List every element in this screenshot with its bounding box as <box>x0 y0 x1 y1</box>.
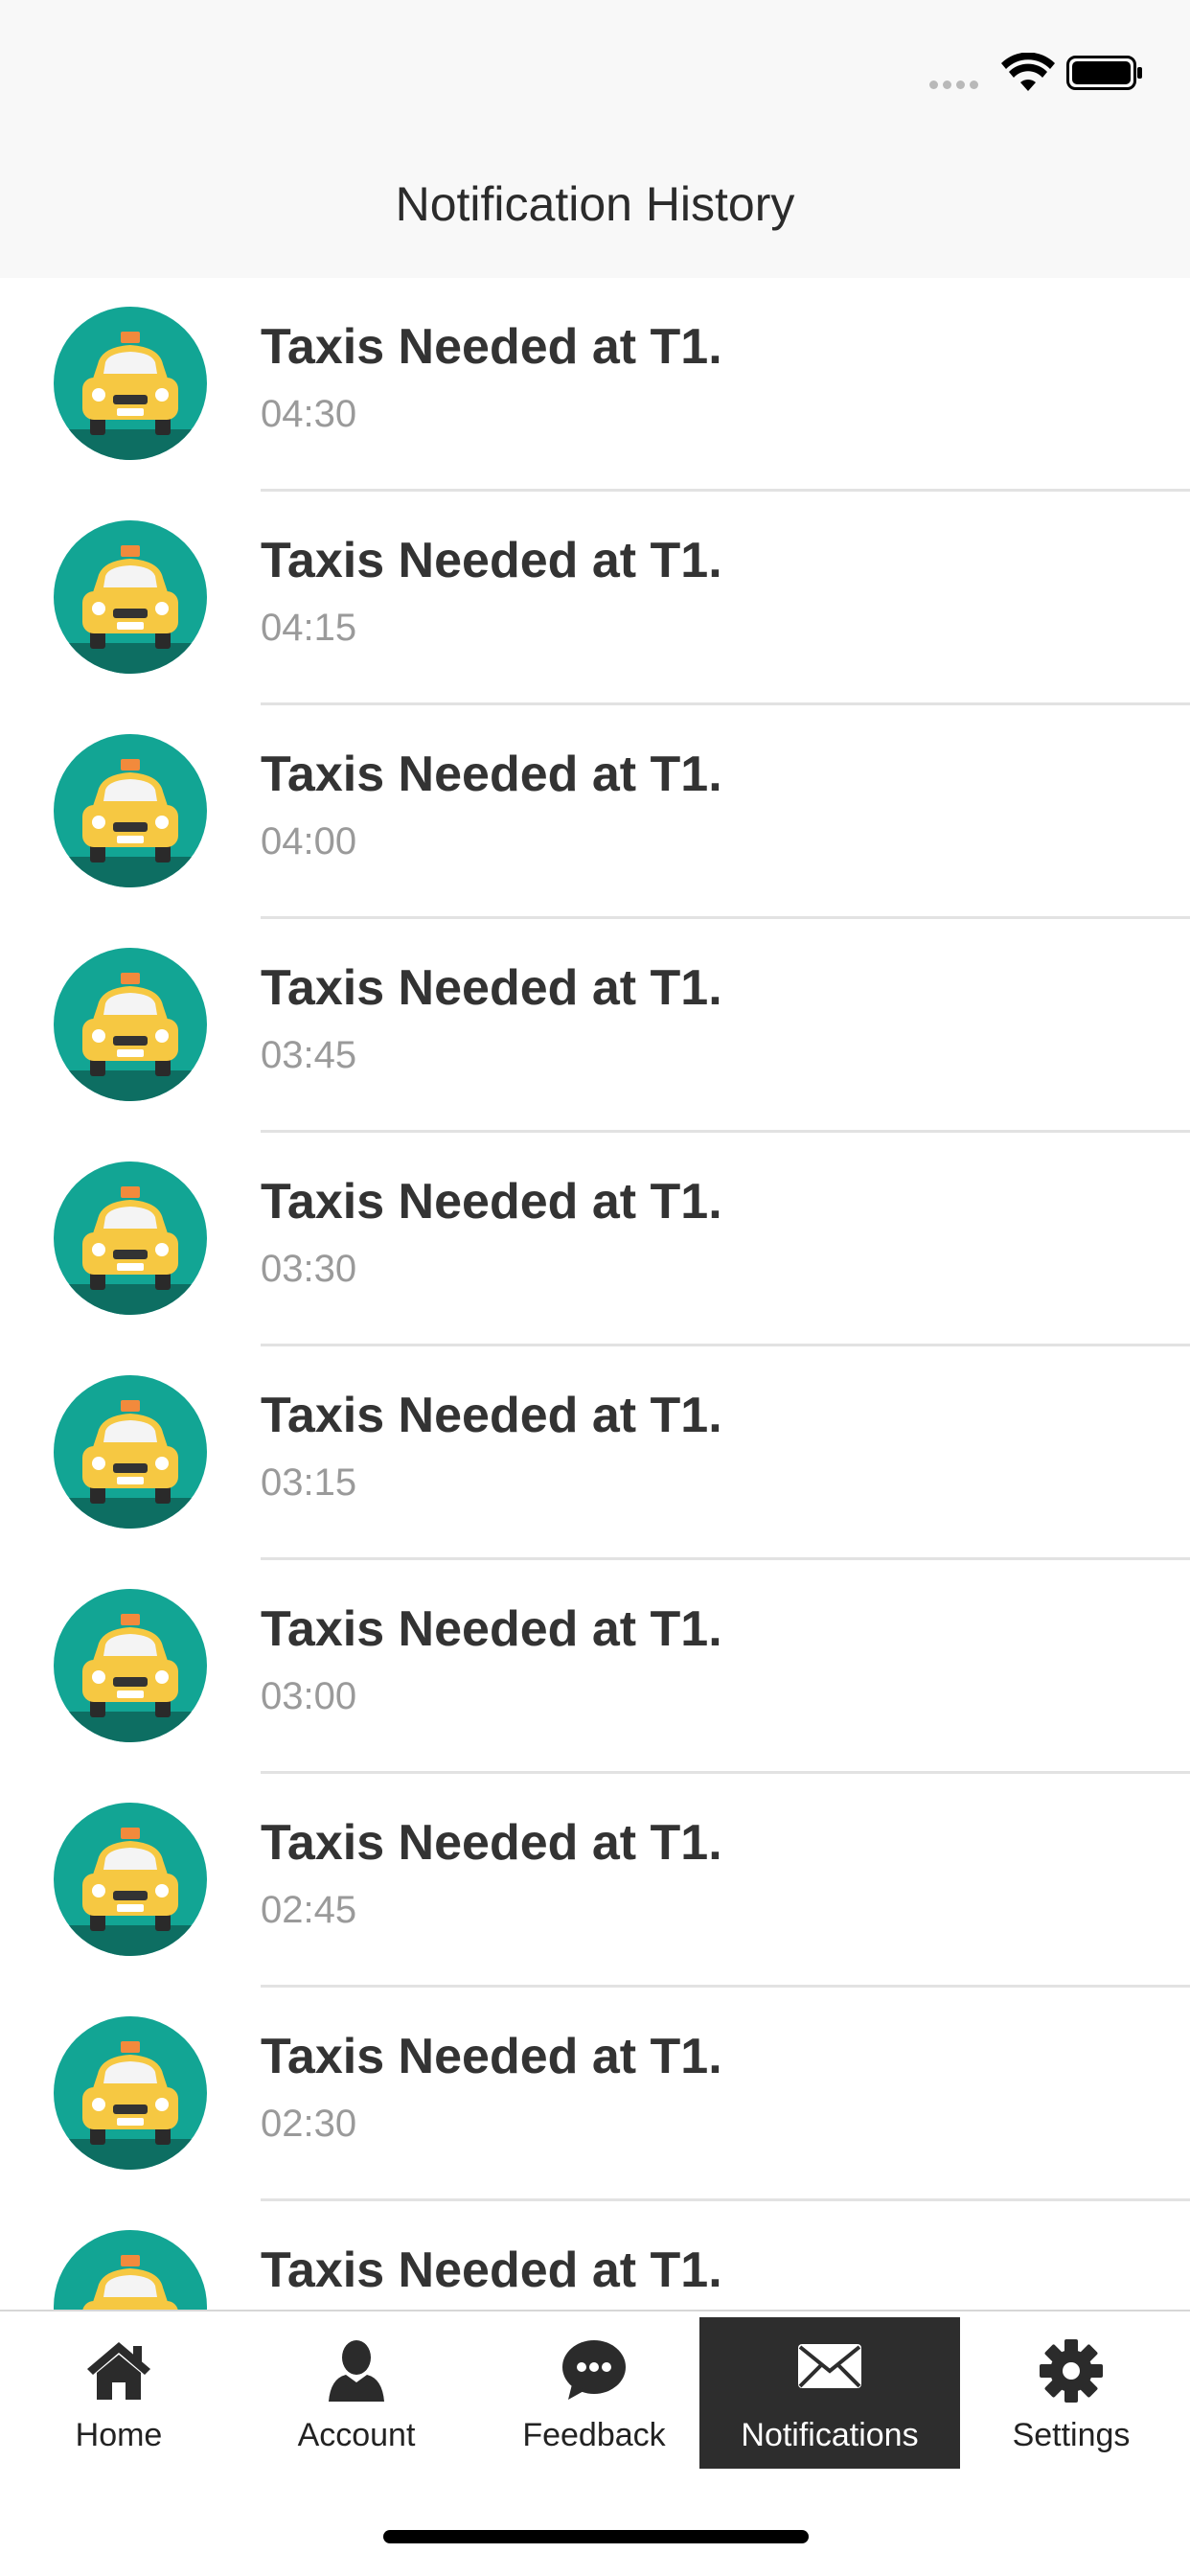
tab-bar: Home Account Feedback Notifications Sett… <box>0 2310 1190 2474</box>
notification-time: 04:00 <box>261 820 357 862</box>
notification-row[interactable]: Taxis Needed at T1. 03:15 <box>0 1346 1190 1560</box>
notification-row[interactable]: Taxis Needed at T1. 02:30 <box>0 1988 1190 2201</box>
notification-row[interactable]: Taxis Needed at T1. 04:00 <box>0 705 1190 919</box>
notification-title: Taxis Needed at T1. <box>261 2242 722 2298</box>
taxi-icon <box>54 1803 207 1956</box>
notification-time: 02:45 <box>261 1889 357 1931</box>
notification-title: Taxis Needed at T1. <box>261 1601 722 1657</box>
notification-title: Taxis Needed at T1. <box>261 319 722 375</box>
taxi-icon <box>54 2230 207 2310</box>
notification-list[interactable]: Taxis Needed at T1. 04:30 Taxis Needed a… <box>0 278 1190 2310</box>
cellular-signal-icon <box>929 77 983 94</box>
taxi-icon <box>54 307 207 460</box>
notification-title: Taxis Needed at T1. <box>261 960 722 1016</box>
notification-row[interactable]: Taxis Needed at T1. 03:30 <box>0 1133 1190 1346</box>
tab-label: Settings <box>1012 2417 1131 2453</box>
tab-home[interactable]: Home <box>0 2317 238 2469</box>
notification-title: Taxis Needed at T1. <box>261 747 722 802</box>
taxi-icon <box>54 1162 207 1315</box>
notification-time: 03:45 <box>261 1034 357 1076</box>
tab-label: Notifications <box>741 2417 919 2453</box>
notification-row[interactable]: Taxis Needed at T1. <box>0 2201 1190 2310</box>
home-icon <box>87 2342 150 2400</box>
taxi-icon <box>54 734 207 887</box>
account-icon <box>329 2340 384 2402</box>
notification-time: 03:00 <box>261 1675 357 1717</box>
notification-row[interactable]: Taxis Needed at T1. 03:45 <box>0 919 1190 1133</box>
battery-icon <box>1066 56 1142 90</box>
page-title: Notification History <box>395 177 795 231</box>
tab-feedback[interactable]: Feedback <box>475 2317 713 2469</box>
taxi-icon <box>54 1589 207 1742</box>
taxi-icon <box>54 1375 207 1529</box>
envelope-icon <box>798 2344 861 2388</box>
tab-settings[interactable]: Settings <box>952 2317 1190 2469</box>
notification-title: Taxis Needed at T1. <box>261 1388 722 1443</box>
tab-notifications[interactable]: Notifications <box>699 2317 960 2469</box>
notification-time: 03:15 <box>261 1461 357 1504</box>
taxi-icon <box>54 2016 207 2170</box>
taxi-icon <box>54 520 207 674</box>
notification-row[interactable]: Taxis Needed at T1. 04:30 <box>0 278 1190 492</box>
tab-label: Account <box>297 2417 416 2453</box>
tab-account[interactable]: Account <box>238 2317 475 2469</box>
notification-title: Taxis Needed at T1. <box>261 1174 722 1230</box>
notification-row[interactable]: Taxis Needed at T1. 03:00 <box>0 1560 1190 1774</box>
notification-time: 03:30 <box>261 1248 357 1290</box>
wifi-icon <box>1001 53 1055 91</box>
notification-title: Taxis Needed at T1. <box>261 2029 722 2084</box>
notification-time: 04:30 <box>261 393 357 435</box>
notification-time: 04:15 <box>261 607 357 649</box>
notification-row[interactable]: Taxis Needed at T1. 02:45 <box>0 1774 1190 1988</box>
gear-icon <box>1040 2339 1103 2403</box>
notification-row[interactable]: Taxis Needed at T1. 04:15 <box>0 492 1190 705</box>
tab-label: Home <box>75 2417 163 2453</box>
notification-title: Taxis Needed at T1. <box>261 1815 722 1871</box>
taxi-icon <box>54 948 207 1101</box>
notification-title: Taxis Needed at T1. <box>261 533 722 588</box>
notification-time: 02:30 <box>261 2103 357 2145</box>
tab-label: Feedback <box>522 2417 666 2453</box>
feedback-icon <box>562 2340 626 2400</box>
status-bar <box>0 0 1190 144</box>
home-indicator[interactable] <box>383 2530 809 2543</box>
